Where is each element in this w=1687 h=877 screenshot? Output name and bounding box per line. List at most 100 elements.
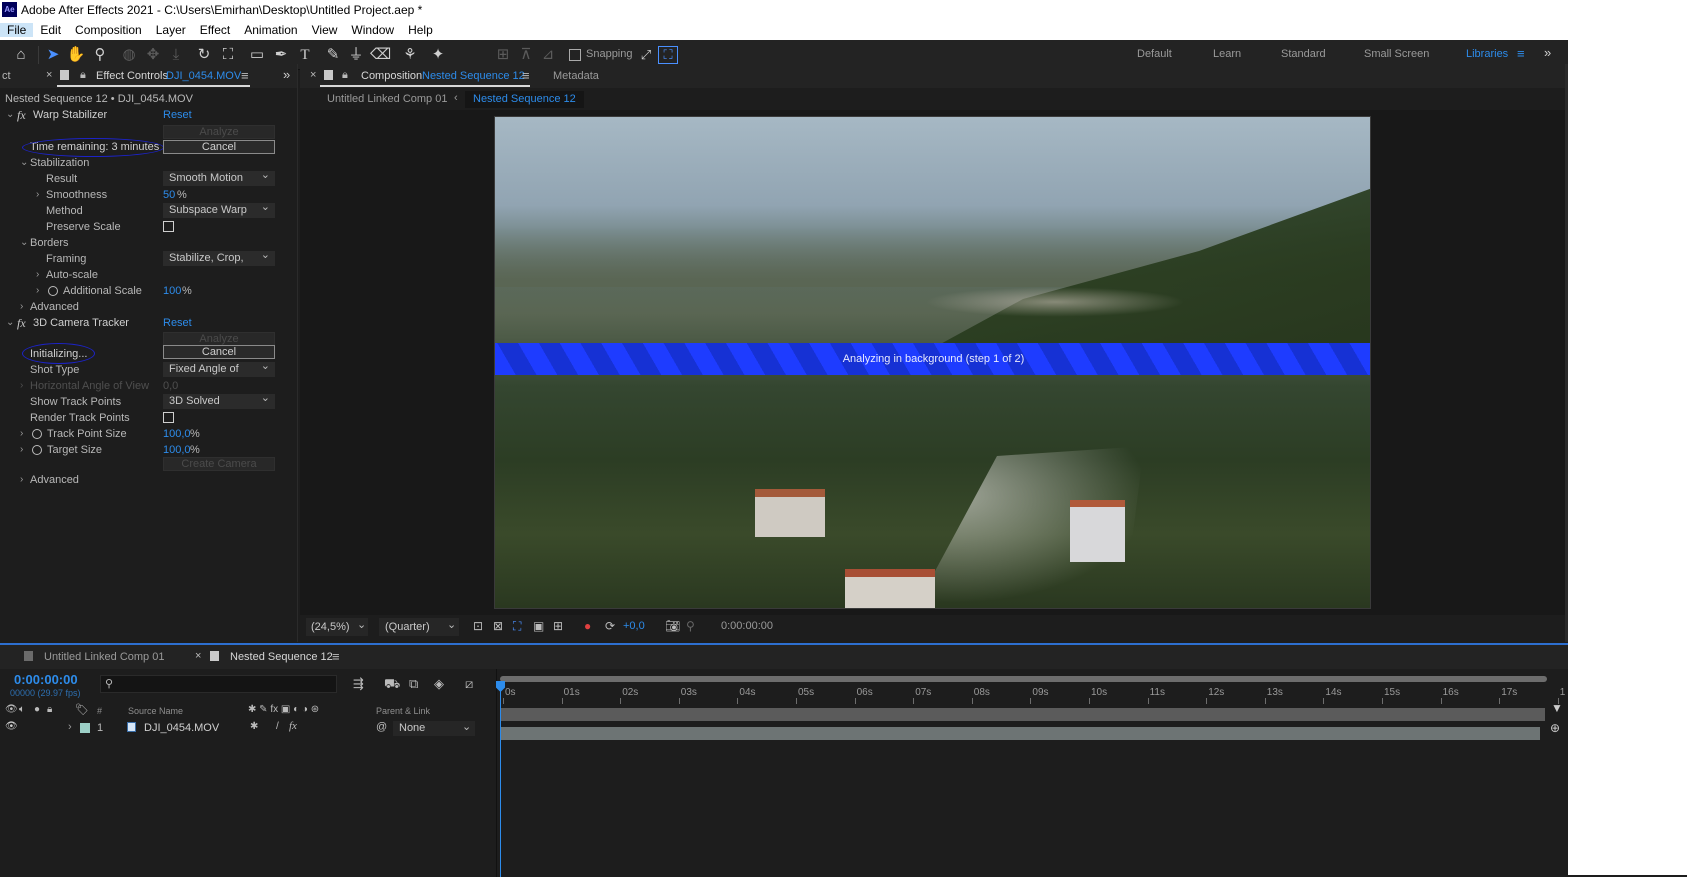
stopwatch-icon[interactable] [32, 429, 42, 439]
solo-icon[interactable]: ● [34, 704, 40, 715]
render-track-points-checkbox[interactable] [163, 412, 174, 423]
label-tag-icon[interactable]: 🏷︎ [75, 703, 89, 716]
tracker-reset-link[interactable]: Reset [163, 315, 192, 331]
zoom-tool-icon[interactable]: ⚲ [90, 45, 110, 65]
metadata-tab[interactable]: Metadata [553, 70, 599, 82]
comp-marker-bin-icon[interactable]: ⊕ [1550, 721, 1560, 735]
warp-advanced-group[interactable]: Advanced [30, 299, 79, 315]
switches-header-icon[interactable]: ✱ ✎ fx ▣ ◐ ◑ ⊛ [248, 704, 319, 715]
fast-previews-icon[interactable]: ⊡ [473, 619, 483, 633]
parent-link-header[interactable]: Parent & Link [376, 706, 430, 716]
menu-help[interactable]: Help [401, 23, 440, 37]
selection-tool-icon[interactable]: ➤ [43, 45, 63, 65]
panel-overflow-icon[interactable]: » [283, 67, 290, 82]
pen-tool-icon[interactable]: ✒ [271, 45, 291, 65]
twirl-right-icon[interactable]: › [68, 721, 72, 733]
snapping-checkbox[interactable] [569, 49, 581, 61]
menu-effect[interactable]: Effect [193, 23, 237, 37]
twirl-down-icon[interactable]: ⌄ [6, 315, 14, 331]
workspace-learn[interactable]: Learn [1213, 48, 1241, 60]
twirl-right-icon[interactable]: › [20, 472, 23, 488]
timeline-tab-nested-sequence[interactable]: Nested Sequence 12 [230, 651, 333, 663]
twirl-down-icon[interactable]: ⌄ [20, 155, 28, 171]
tracker-advanced-group[interactable]: Advanced [30, 472, 79, 488]
dolly-camera-icon[interactable]: ⤓ [166, 45, 186, 65]
grid-guides-icon[interactable]: ⊞ [553, 619, 563, 633]
menu-view[interactable]: View [305, 23, 345, 37]
audio-toggle-icon[interactable]: 🔈︎ [19, 704, 25, 715]
twirl-down-icon[interactable]: ⌄ [6, 107, 14, 123]
pan-behind-icon[interactable]: ⛶ [218, 45, 238, 65]
video-toggle-icon[interactable]: 👁︎ [5, 704, 18, 715]
preserve-scale-checkbox[interactable] [163, 221, 174, 232]
additional-scale-value[interactable]: 100 [163, 283, 181, 299]
orbit-camera-icon[interactable]: ◍ [119, 45, 139, 65]
layer-search-input[interactable]: ⚲ [100, 675, 337, 693]
pick-whip-icon[interactable]: @ [376, 721, 387, 733]
rotate-tool-icon[interactable]: ↻ [194, 45, 214, 65]
menu-composition[interactable]: Composition [68, 23, 149, 37]
twirl-right-icon[interactable]: › [36, 283, 39, 299]
track-point-size-value[interactable]: 100,0 [163, 426, 191, 442]
workspace-libraries[interactable]: Libraries [1466, 48, 1508, 60]
panel-menu-icon[interactable]: ≡ [241, 68, 249, 83]
table-row[interactable]: 👁︎ › 1 DJI_0454.MOV ✱ / fx @ None ⌄ [0, 720, 497, 737]
fx-icon[interactable]: fx [17, 315, 26, 331]
framing-dropdown[interactable]: Stabilize, Crop, Auto [163, 251, 275, 266]
effect-controls-layer-name[interactable]: DJI_0454.MOV [166, 70, 241, 82]
create-camera-button[interactable]: Create Camera [163, 457, 275, 471]
twirl-right-icon[interactable]: › [20, 299, 23, 315]
eraser-tool-icon[interactable]: ⌫ [370, 45, 391, 65]
menu-window[interactable]: Window [344, 23, 401, 37]
layer-name[interactable]: DJI_0454.MOV [144, 722, 219, 734]
roto-brush-icon[interactable]: ⚘ [400, 45, 420, 65]
viewer-timecode[interactable]: 0:00:00:00 [721, 620, 773, 632]
brush-tool-icon[interactable]: ✎ [323, 45, 343, 65]
channels-icon[interactable]: ● [584, 619, 591, 633]
show-snapshot-icon[interactable]: ⚲ [686, 619, 695, 633]
effect-controls-tab-label[interactable]: Effect Controls [96, 70, 168, 82]
shy-layers-icon[interactable]: ⧉ [409, 676, 418, 692]
twirl-right-icon[interactable]: › [36, 267, 39, 283]
rectangle-tool-icon[interactable]: ▭ [247, 45, 267, 65]
collapse-switch-icon[interactable]: ✱ [250, 721, 258, 732]
lock-icon[interactable]: 🔒︎ [342, 69, 348, 82]
type-tool-icon[interactable]: T [295, 45, 315, 65]
twirl-down-icon[interactable]: ⌄ [20, 235, 28, 251]
stabilization-group[interactable]: Stabilization [30, 155, 89, 171]
panel-menu-icon[interactable]: ≡ [522, 68, 530, 83]
warp-analyze-button[interactable]: Analyze [163, 125, 275, 139]
pan-camera-icon[interactable]: ✥ [143, 45, 163, 65]
panel-menu-icon[interactable]: ≡ [332, 649, 340, 664]
target-size-value[interactable]: 100,0 [163, 442, 191, 458]
timeline-timecode[interactable]: 0:00:00:00 [14, 672, 78, 687]
stopwatch-icon[interactable] [48, 286, 58, 296]
twirl-right-icon[interactable]: › [20, 426, 23, 442]
stopwatch-icon[interactable] [32, 445, 42, 455]
source-name-header[interactable]: Source Name [128, 706, 183, 716]
home-icon[interactable]: ⌂ [11, 45, 31, 65]
truncated-tab-label[interactable]: ct [2, 70, 11, 82]
auto-scale-group[interactable]: Auto-scale [46, 267, 98, 283]
tracker-cancel-button[interactable]: Cancel [163, 345, 275, 359]
graph-editor-icon[interactable]: ⧄ [465, 676, 473, 692]
smoothness-value[interactable]: 50 [163, 187, 175, 203]
region-of-interest-icon[interactable]: ▣ [533, 619, 544, 633]
workspace-default[interactable]: Default [1137, 48, 1172, 60]
show-track-points-dropdown[interactable]: 3D Solved [163, 394, 275, 409]
close-tab-icon[interactable]: × [310, 69, 316, 81]
breadcrumb-parent[interactable]: Untitled Linked Comp 01 [327, 93, 447, 105]
workspace-menu-icon[interactable]: ≡ [1517, 46, 1525, 61]
breadcrumb-current[interactable]: Nested Sequence 12 [465, 91, 584, 108]
close-tab-icon[interactable]: × [46, 69, 52, 81]
method-dropdown[interactable]: Subspace Warp [163, 203, 275, 218]
menu-edit[interactable]: Edit [33, 23, 68, 37]
workspace-small-screen[interactable]: Small Screen [1364, 48, 1429, 60]
eye-icon[interactable]: 👁︎ [5, 721, 18, 732]
quality-switch-icon[interactable]: / [276, 721, 279, 732]
puppet-pin-icon[interactable]: ✦ [428, 45, 448, 65]
draft-3d-icon[interactable]: ⛟ [384, 676, 400, 694]
work-area-range[interactable] [500, 708, 1545, 721]
work-area-bar[interactable] [500, 676, 1547, 682]
snap-features-icon[interactable]: ⛶ [658, 46, 678, 64]
